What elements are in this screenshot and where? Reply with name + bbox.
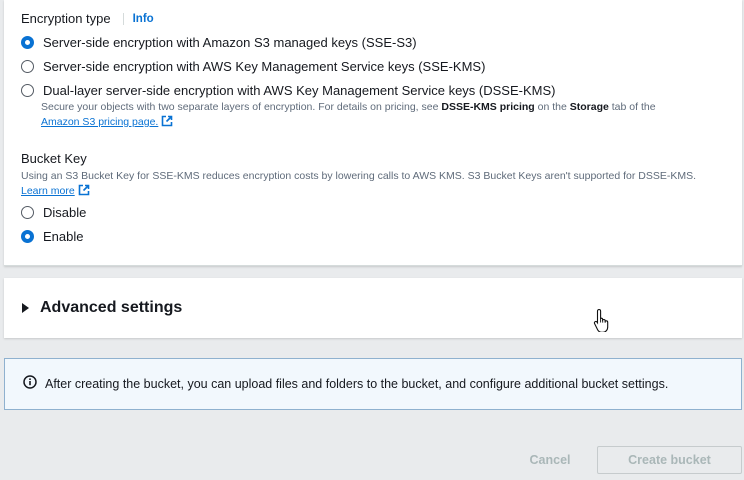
radio-button[interactable]	[21, 84, 34, 97]
radio-dsse-kms-label: Dual-layer server-side encryption with A…	[43, 83, 556, 98]
caret-right-icon[interactable]	[22, 303, 29, 313]
radio-button-selected[interactable]	[21, 36, 34, 49]
radio-sse-s3-label: Server-side encryption with Amazon S3 ma…	[43, 35, 417, 50]
dsse-kms-description: Secure your objects with two separate la…	[41, 100, 721, 132]
advanced-settings-expander[interactable]: Advanced settings	[4, 278, 742, 338]
bucket-key-description: Using an S3 Bucket Key for SSE-KMS reduc…	[21, 169, 721, 201]
create-bucket-button[interactable]: Create bucket	[597, 446, 742, 474]
learn-more-link[interactable]: Learn more	[21, 185, 75, 197]
alert-message: After creating the bucket, you can uploa…	[45, 377, 669, 391]
radio-button-selected[interactable]	[21, 230, 34, 243]
bucket-key-desc-text: Using an S3 Bucket Key for SSE-KMS reduc…	[21, 170, 697, 182]
radio-sse-s3[interactable]: Server-side encryption with Amazon S3 ma…	[21, 35, 417, 50]
radio-sse-kms[interactable]: Server-side encryption with AWS Key Mana…	[21, 59, 485, 74]
dsse-desc-text: Secure your objects with two separate la…	[41, 101, 442, 113]
radio-disable-label: Disable	[43, 205, 87, 220]
radio-sse-kms-label: Server-side encryption with AWS Key Mana…	[43, 59, 486, 74]
radio-button[interactable]	[21, 60, 34, 73]
bucket-key-label: Bucket Key	[21, 151, 87, 166]
cancel-button[interactable]: Cancel	[520, 446, 580, 474]
info-circle-icon	[23, 374, 37, 394]
external-link-icon[interactable]	[78, 184, 90, 201]
dsse-desc-text: tab of the	[608, 101, 656, 113]
info-link[interactable]: Info	[122, 12, 154, 25]
radio-enable-label: Enable	[43, 229, 84, 244]
dsse-desc-text: on the	[534, 101, 570, 113]
hand-pointer-cursor-icon	[593, 308, 613, 337]
create-bucket-label: Create bucket	[628, 453, 711, 467]
radio-dsse-kms[interactable]: Dual-layer server-side encryption with A…	[21, 83, 555, 98]
advanced-settings-title[interactable]: Advanced settings	[40, 299, 182, 317]
s3-pricing-link[interactable]: Amazon S3 pricing page.	[41, 116, 158, 128]
radio-bucket-key-enable[interactable]: Enable	[21, 229, 83, 244]
server-side-encryption-panel: Encryption type Info Server-side encrypt…	[4, 0, 742, 266]
info-alert: After creating the bucket, you can uploa…	[4, 358, 742, 410]
external-link-icon[interactable]	[161, 115, 173, 132]
encryption-type-text: Encryption type	[21, 11, 111, 26]
radio-bucket-key-disable[interactable]: Disable	[21, 205, 86, 220]
storage-tab-text: Storage	[569, 101, 609, 113]
dsse-kms-pricing-text: DSSE-KMS pricing	[441, 101, 535, 113]
encryption-type-label: Encryption type Info	[21, 11, 154, 26]
radio-button[interactable]	[21, 206, 34, 219]
